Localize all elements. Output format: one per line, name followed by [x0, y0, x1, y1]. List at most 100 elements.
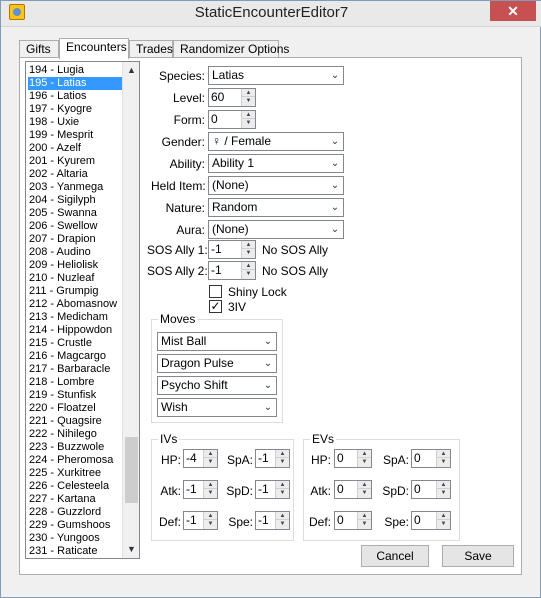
list-item[interactable]: 202 - Altaria	[28, 168, 122, 181]
ev-spe-input[interactable]: 0 ▲ ▼	[411, 511, 451, 530]
species-dropdown[interactable]: Latias ⌄	[208, 66, 344, 85]
ev-spd-spinner[interactable]: ▲ ▼	[436, 481, 450, 498]
list-item[interactable]: 225 - Xurkitree	[28, 467, 122, 480]
tab-encounters[interactable]: Encounters	[59, 38, 129, 59]
ev-atk-spinner[interactable]: ▲ ▼	[357, 481, 371, 498]
sos-ally-2-input[interactable]: -1 ▲ ▼	[208, 261, 256, 280]
gender-dropdown[interactable]: ♀ / Female ⌄	[208, 132, 344, 151]
ev-def-spinner[interactable]: ▲ ▼	[357, 512, 371, 529]
ev-spd-input[interactable]: 0 ▲ ▼	[411, 480, 451, 499]
list-item[interactable]: 229 - Gumshoos	[28, 519, 122, 532]
list-item[interactable]: 217 - Barbaracle	[28, 363, 122, 376]
list-item[interactable]: 228 - Guzzlord	[28, 506, 122, 519]
list-item[interactable]: 210 - Nuzleaf	[28, 272, 122, 285]
iv-hp-spinner[interactable]: ▲ ▼	[203, 450, 217, 467]
iv-atk-spinner[interactable]: ▲ ▼	[203, 481, 217, 498]
spin-down-icon[interactable]: ▼	[204, 458, 217, 466]
spin-up-icon[interactable]: ▲	[276, 450, 289, 458]
aura-dropdown[interactable]: (None) ⌄	[208, 220, 344, 239]
iv-def-input[interactable]: -1 ▲ ▼	[183, 511, 218, 530]
list-item[interactable]: 227 - Kartana	[28, 493, 122, 506]
iv-spd-input[interactable]: -1 ▲ ▼	[255, 480, 290, 499]
list-item[interactable]: 196 - Latios	[28, 90, 122, 103]
list-item[interactable]: 222 - Nihilego	[28, 428, 122, 441]
spin-up-icon[interactable]: ▲	[437, 512, 450, 520]
sos-ally-2-spinner[interactable]: ▲ ▼	[241, 262, 255, 279]
ev-hp-input[interactable]: 0 ▲ ▼	[334, 449, 372, 468]
ev-spa-input[interactable]: 0 ▲ ▼	[411, 449, 451, 468]
level-input[interactable]: 60 ▲ ▼	[208, 88, 256, 107]
list-item[interactable]: 215 - Crustle	[28, 337, 122, 350]
list-item[interactable]: 223 - Buzzwole	[28, 441, 122, 454]
spin-up-icon[interactable]: ▲	[358, 481, 371, 489]
iv-spe-input[interactable]: -1 ▲ ▼	[255, 511, 290, 530]
list-item[interactable]: 195 - Latias	[28, 77, 122, 90]
spin-up-icon[interactable]: ▲	[358, 450, 371, 458]
shiny-lock-checkbox[interactable]	[209, 285, 222, 298]
list-item[interactable]: 208 - Audino	[28, 246, 122, 259]
spin-down-icon[interactable]: ▼	[242, 119, 255, 127]
form-input[interactable]: 0 ▲ ▼	[208, 110, 256, 129]
spin-up-icon[interactable]: ▲	[276, 512, 289, 520]
scroll-down-icon[interactable]: ▼	[123, 541, 139, 558]
spin-down-icon[interactable]: ▼	[204, 489, 217, 497]
list-item[interactable]: 220 - Floatzel	[28, 402, 122, 415]
list-item[interactable]: 211 - Grumpig	[28, 285, 122, 298]
spin-up-icon[interactable]: ▲	[242, 111, 255, 119]
spin-up-icon[interactable]: ▲	[437, 481, 450, 489]
list-item[interactable]: 206 - Swellow	[28, 220, 122, 233]
spin-up-icon[interactable]: ▲	[242, 262, 255, 270]
spin-down-icon[interactable]: ▼	[276, 458, 289, 466]
ev-hp-spinner[interactable]: ▲ ▼	[357, 450, 371, 467]
three-iv-checkbox[interactable]: ✓	[209, 300, 222, 313]
scroll-up-icon[interactable]: ▲	[123, 62, 139, 79]
list-scrollbar[interactable]: ▲ ▼	[122, 62, 139, 558]
list-item[interactable]: 197 - Kyogre	[28, 103, 122, 116]
sos-ally-1-input[interactable]: -1 ▲ ▼	[208, 240, 256, 259]
spin-up-icon[interactable]: ▲	[276, 481, 289, 489]
spin-down-icon[interactable]: ▼	[242, 249, 255, 257]
iv-spa-input[interactable]: -1 ▲ ▼	[255, 449, 290, 468]
list-item[interactable]: 213 - Medicham	[28, 311, 122, 324]
ev-spa-spinner[interactable]: ▲ ▼	[436, 450, 450, 467]
iv-def-spinner[interactable]: ▲ ▼	[203, 512, 217, 529]
level-spinner[interactable]: ▲ ▼	[241, 89, 255, 106]
form-spinner[interactable]: ▲ ▼	[241, 111, 255, 128]
list-item[interactable]: 201 - Kyurem	[28, 155, 122, 168]
save-button[interactable]: Save	[442, 545, 514, 567]
spin-down-icon[interactable]: ▼	[437, 489, 450, 497]
move-2-dropdown[interactable]: Dragon Pulse ⌄	[157, 354, 277, 373]
list-item[interactable]: 203 - Yanmega	[28, 181, 122, 194]
iv-hp-input[interactable]: -4 ▲ ▼	[183, 449, 218, 468]
held-item-dropdown[interactable]: (None) ⌄	[208, 176, 344, 195]
iv-spd-spinner[interactable]: ▲ ▼	[275, 481, 289, 498]
iv-spa-spinner[interactable]: ▲ ▼	[275, 450, 289, 467]
spin-up-icon[interactable]: ▲	[242, 241, 255, 249]
cancel-button[interactable]: Cancel	[361, 545, 429, 567]
list-item[interactable]: 221 - Quagsire	[28, 415, 122, 428]
list-item[interactable]: 194 - Lugia	[28, 64, 122, 77]
ability-dropdown[interactable]: Ability 1 ⌄	[208, 154, 344, 173]
spin-down-icon[interactable]: ▼	[242, 270, 255, 278]
move-1-dropdown[interactable]: Mist Ball ⌄	[157, 332, 277, 351]
spin-down-icon[interactable]: ▼	[358, 489, 371, 497]
spin-down-icon[interactable]: ▼	[437, 458, 450, 466]
list-item[interactable]: 224 - Pheromosa	[28, 454, 122, 467]
list-item[interactable]: 209 - Heliolisk	[28, 259, 122, 272]
scroll-thumb[interactable]	[125, 437, 138, 503]
list-item[interactable]: 199 - Mesprit	[28, 129, 122, 142]
iv-atk-input[interactable]: -1 ▲ ▼	[183, 480, 218, 499]
list-item[interactable]: 212 - Abomasnow	[28, 298, 122, 311]
encounter-list[interactable]: 194 - Lugia 195 - Latias 196 - Latios 197 -…	[25, 61, 140, 559]
spin-up-icon[interactable]: ▲	[358, 512, 371, 520]
spin-up-icon[interactable]: ▲	[242, 89, 255, 97]
iv-spe-spinner[interactable]: ▲ ▼	[275, 512, 289, 529]
spin-up-icon[interactable]: ▲	[437, 450, 450, 458]
move-3-dropdown[interactable]: Psycho Shift ⌄	[157, 376, 277, 395]
list-item[interactable]: 205 - Swanna	[28, 207, 122, 220]
list-item[interactable]: 204 - Sigilyph	[28, 194, 122, 207]
ev-atk-input[interactable]: 0 ▲ ▼	[334, 480, 372, 499]
spin-up-icon[interactable]: ▲	[204, 512, 217, 520]
list-item[interactable]: 198 - Uxie	[28, 116, 122, 129]
move-4-dropdown[interactable]: Wish ⌄	[157, 398, 277, 417]
